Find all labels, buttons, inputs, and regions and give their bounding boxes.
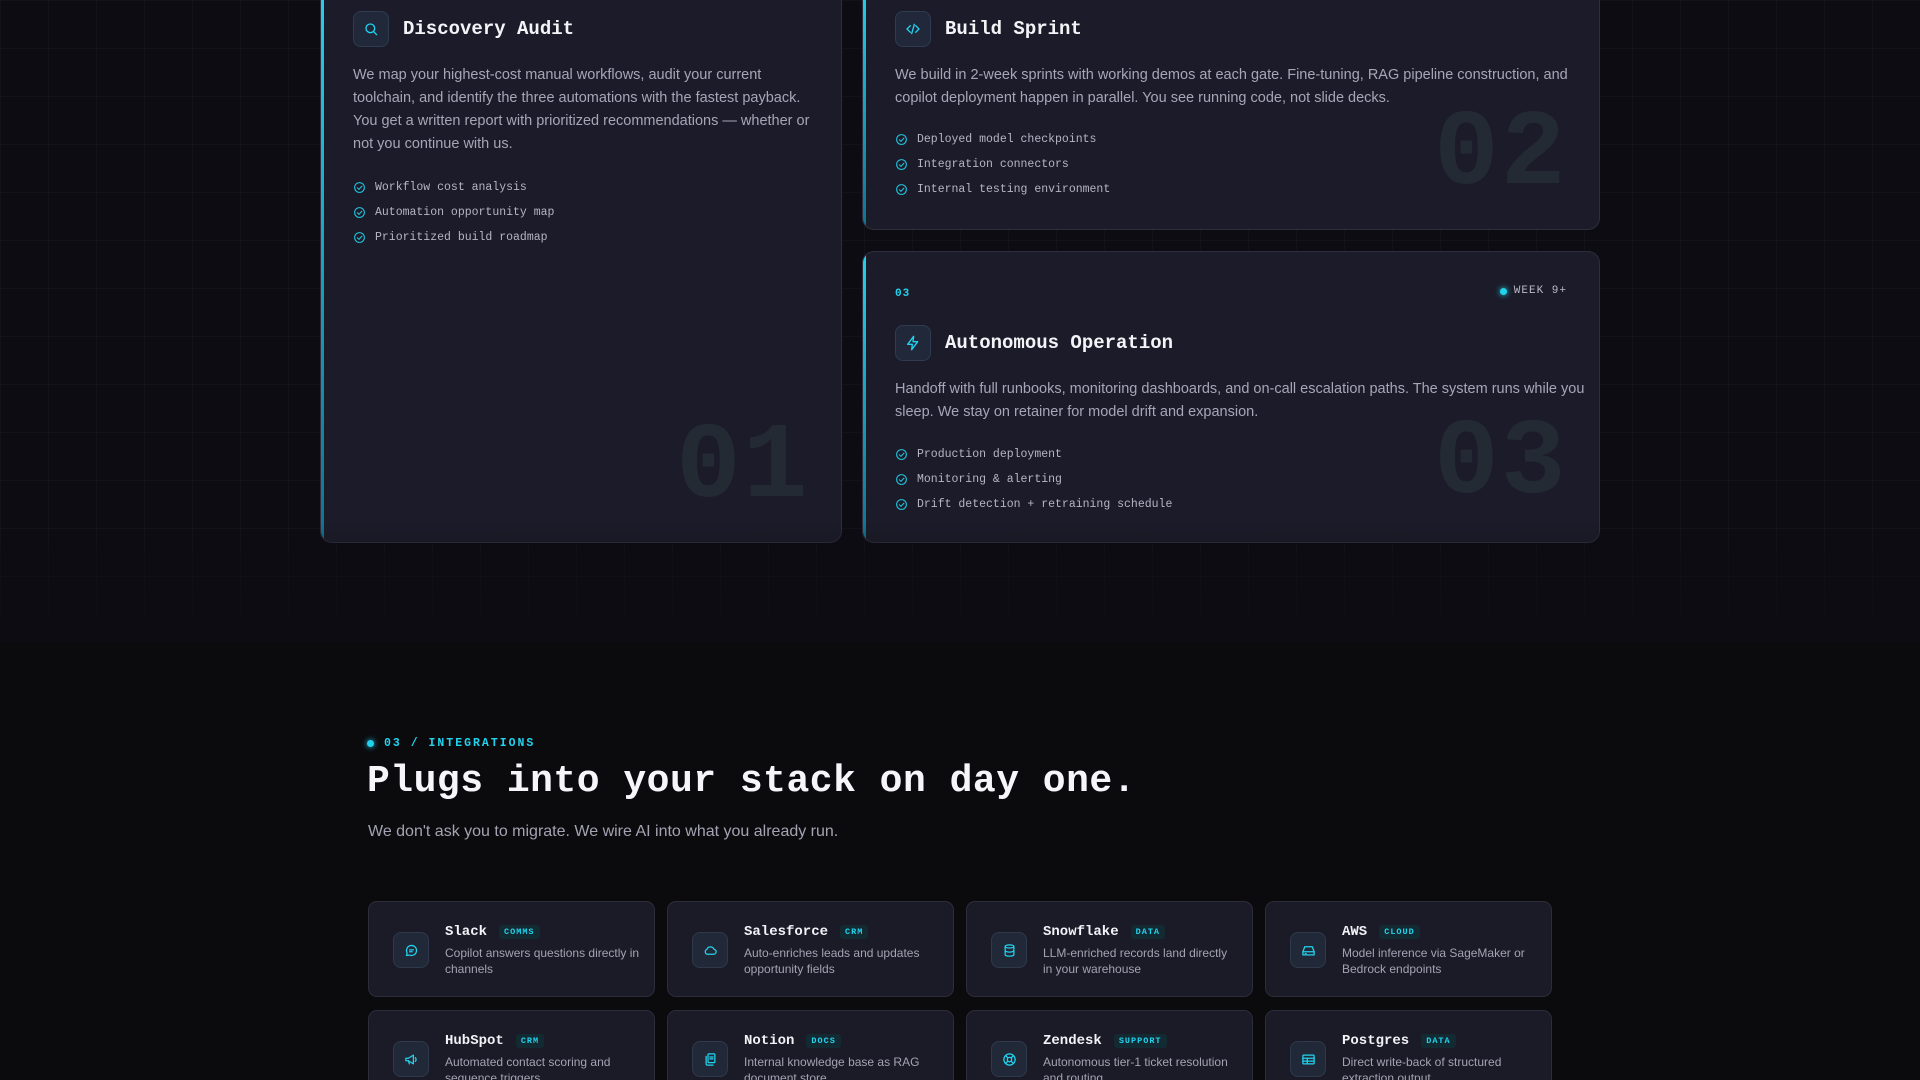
integration-header: AWS CLOUD	[1342, 924, 1420, 940]
section-title: Plugs into your stack on day one.	[367, 760, 1137, 803]
check-circle-icon	[354, 232, 365, 243]
integration-header: HubSpot CRM	[445, 1033, 545, 1049]
status-dot	[367, 740, 374, 747]
check-circle-icon	[896, 474, 907, 485]
list-item: Prioritized build roadmap	[353, 225, 554, 250]
integration-header: Slack COMMS	[445, 924, 540, 940]
card-header: Build Sprint	[895, 11, 1082, 47]
category-tag: DOCS	[806, 1034, 841, 1048]
check-circle-icon	[896, 184, 907, 195]
code-icon	[895, 11, 931, 47]
step-card-build-sprint: Build Sprint We build in 2-week sprints …	[862, 0, 1600, 230]
integration-header: Notion DOCS	[744, 1033, 841, 1049]
page: Discovery Audit We map your highest-cost…	[0, 0, 1920, 1080]
database-icon	[991, 932, 1027, 968]
integration-name: Postgres	[1342, 1033, 1410, 1049]
megaphone-icon	[393, 1041, 429, 1077]
card-accent-bar	[863, 252, 866, 542]
chat-icon	[393, 932, 429, 968]
integration-name: Notion	[744, 1033, 795, 1049]
integration-description: Model inference via SageMaker or Bedrock…	[1342, 946, 1525, 976]
integration-card-postgres[interactable]: Postgres DATA Direct write-back of struc…	[1265, 1010, 1552, 1080]
check-circle-icon	[354, 207, 365, 218]
integration-header: Snowflake DATA	[1043, 924, 1166, 940]
integration-card-zendesk[interactable]: Zendesk SUPPORT Autonomous tier-1 ticket…	[966, 1010, 1253, 1080]
integration-name: Slack	[445, 924, 488, 940]
integration-description: Direct write-back of structured extracti…	[1342, 1055, 1502, 1080]
week-badge: WEEK 9+	[1499, 285, 1567, 297]
integration-description: Internal knowledge base as RAG document …	[744, 1055, 920, 1080]
section-eyebrow: 03 / INTEGRATIONS	[367, 737, 535, 750]
category-tag: CRM	[840, 925, 869, 939]
deliverables-list: Workflow cost analysis Automation opport…	[353, 175, 554, 250]
card-header: Autonomous Operation	[895, 325, 1173, 361]
integration-card-hubspot[interactable]: HubSpot CRM Automated contact scoring an…	[368, 1010, 655, 1080]
integration-header: Salesforce CRM	[744, 924, 869, 940]
integrations-section	[0, 642, 1920, 1080]
card-title: Discovery Audit	[403, 18, 575, 40]
integration-description: Copilot answers questions directly in ch…	[445, 946, 640, 976]
cloud-icon	[692, 932, 728, 968]
step-card-discovery-audit: Discovery Audit We map your highest-cost…	[320, 0, 842, 543]
integration-description: LLM-enriched records land directly in yo…	[1043, 946, 1228, 976]
category-tag: CLOUD	[1379, 925, 1420, 939]
card-title: Build Sprint	[945, 18, 1082, 40]
lifebuoy-icon	[991, 1041, 1027, 1077]
integration-description: Autonomous tier-1 ticket resolution and …	[1043, 1055, 1228, 1080]
category-tag: SUPPORT	[1113, 1034, 1167, 1048]
list-item: Internal testing environment	[895, 177, 1110, 202]
section-subtitle: We don't ask you to migrate. We wire AI …	[368, 823, 839, 840]
step-watermark-number: 01	[676, 407, 810, 529]
process-section: Discovery Audit We map your highest-cost…	[0, 0, 1920, 642]
step-card-autonomous-operation: 03 WEEK 9+ Autonomous Operation Handoff …	[862, 251, 1600, 543]
integration-header: Postgres DATA	[1342, 1033, 1456, 1049]
card-accent-bar	[863, 0, 866, 229]
card-header: Discovery Audit	[353, 11, 574, 47]
integration-name: AWS	[1342, 924, 1368, 940]
integration-name: HubSpot	[445, 1033, 504, 1049]
category-tag: DATA	[1130, 925, 1166, 939]
check-circle-icon	[354, 182, 365, 193]
list-item: Production deployment	[895, 442, 1172, 467]
status-dot	[1499, 287, 1507, 295]
list-item: Automation opportunity map	[353, 200, 554, 225]
server-icon	[1290, 932, 1326, 968]
card-description: We map your highest-cost manual workflow…	[353, 67, 810, 152]
integration-name: Zendesk	[1043, 1033, 1102, 1049]
step-number-label: 03	[895, 288, 911, 300]
lightning-icon	[895, 325, 931, 361]
card-accent-bar	[321, 0, 324, 542]
integration-card-slack[interactable]: Slack COMMS Copilot answers questions di…	[368, 901, 655, 997]
integration-name: Salesforce	[744, 924, 829, 940]
check-circle-icon	[896, 449, 907, 460]
list-item: Integration connectors	[895, 152, 1110, 177]
integration-name: Snowflake	[1043, 924, 1119, 940]
list-item: Workflow cost analysis	[353, 175, 554, 200]
table-icon	[1290, 1041, 1326, 1077]
check-circle-icon	[896, 159, 907, 170]
integration-card-aws[interactable]: AWS CLOUD Model inference via SageMaker …	[1265, 901, 1552, 997]
integration-card-notion[interactable]: Notion DOCS Internal knowledge base as R…	[667, 1010, 954, 1080]
list-item: Drift detection + retraining schedule	[895, 492, 1172, 517]
category-tag: CRM	[515, 1034, 545, 1048]
category-tag: COMMS	[499, 925, 540, 939]
list-item: Monitoring & alerting	[895, 467, 1172, 492]
search-icon	[353, 11, 389, 47]
integration-header: Zendesk SUPPORT	[1043, 1033, 1167, 1049]
step-watermark-number: 03	[1434, 403, 1568, 525]
check-circle-icon	[896, 499, 907, 510]
deliverables-list: Production deployment Monitoring & alert…	[895, 442, 1172, 517]
integration-description: Auto-enriches leads and updates opportun…	[744, 946, 920, 976]
documents-icon	[692, 1041, 728, 1077]
deliverables-list: Deployed model checkpoints Integration c…	[895, 127, 1110, 202]
list-item: Deployed model checkpoints	[895, 127, 1110, 152]
card-title: Autonomous Operation	[945, 332, 1174, 354]
check-circle-icon	[896, 134, 907, 145]
integration-card-snowflake[interactable]: Snowflake DATA LLM-enriched records land…	[966, 901, 1253, 997]
category-tag: DATA	[1421, 1034, 1456, 1048]
integration-card-salesforce[interactable]: Salesforce CRM Auto-enriches leads and u…	[667, 901, 954, 997]
step-watermark-number: 02	[1434, 94, 1568, 216]
integration-description: Automated contact scoring and sequence t…	[445, 1055, 611, 1080]
